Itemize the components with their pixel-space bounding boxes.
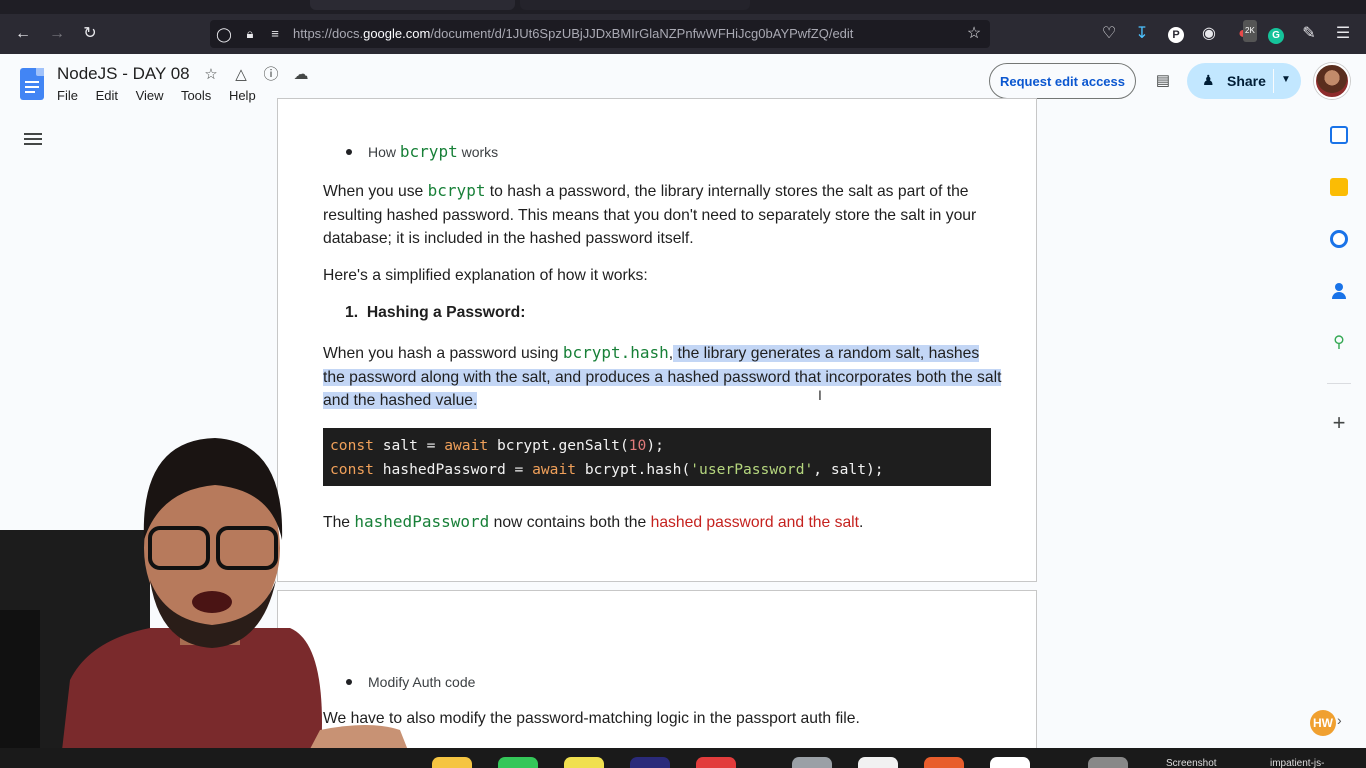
extension-p-icon[interactable]: P — [1165, 23, 1187, 45]
chevron-right-icon[interactable]: › — [1337, 712, 1342, 728]
comment-history-icon[interactable]: ▤ — [1148, 66, 1178, 96]
inline-code: bcrypt — [427, 181, 486, 200]
menu-tools[interactable]: Tools — [181, 88, 211, 103]
dock-trash-icon[interactable] — [1088, 757, 1128, 768]
side-panel-divider — [1327, 383, 1351, 384]
browser-tab-strip — [0, 0, 1366, 14]
dock-stickies-icon[interactable] — [564, 757, 604, 768]
downloads-icon[interactable]: ↧ — [1131, 23, 1153, 45]
dock-app-icon[interactable] — [924, 757, 964, 768]
menu-view[interactable]: View — [136, 88, 164, 103]
dock-notes-icon[interactable] — [432, 757, 472, 768]
avatar[interactable] — [1314, 63, 1350, 99]
share-dropdown-icon[interactable]: ▼ — [1281, 74, 1291, 85]
inline-code: bcrypt.hash — [562, 343, 669, 362]
dock-app-icon[interactable] — [990, 757, 1030, 768]
list-number: 1. — [345, 304, 359, 321]
chair-side — [0, 610, 40, 768]
text-cursor-icon: I — [818, 387, 822, 403]
docs-logo-icon[interactable] — [20, 68, 44, 100]
dock-label-folder[interactable]: impatient-js- — [1270, 758, 1324, 768]
list-item-label: Hashing a Password: — [366, 304, 526, 321]
shield-icon[interactable]: ◯ — [213, 23, 235, 45]
side-panel: ⚲ + — [1313, 108, 1366, 748]
drive-move-icon[interactable]: △ — [231, 65, 251, 85]
document-title[interactable]: NodeJS - DAY 08 — [57, 64, 190, 84]
share-button[interactable]: ♟ Share ▼ — [1187, 63, 1301, 99]
inline-code: bcrypt — [399, 142, 458, 161]
dock-messages-icon[interactable] — [498, 757, 538, 768]
pocket-icon[interactable]: ♡ — [1098, 23, 1120, 45]
macos-dock: Screenshot impatient-js- — [0, 748, 1366, 768]
browser-tab[interactable] — [310, 0, 515, 10]
presenter-shirt — [60, 628, 322, 768]
dock-app-icon[interactable] — [858, 757, 898, 768]
menu-edit[interactable]: Edit — [96, 88, 118, 103]
bookmark-star-icon[interactable]: ☆ — [963, 23, 985, 45]
dock-app-icon[interactable] — [630, 757, 670, 768]
dock-app-icon[interactable] — [696, 757, 736, 768]
forward-icon[interactable]: → — [46, 23, 68, 45]
bullet-dot — [346, 149, 352, 156]
code-line: const salt = await bcrypt.genSalt(10); — [330, 437, 664, 454]
highlighted-text: hashed password and the salt — [650, 514, 860, 531]
hw-logo-badge: HW — [1310, 710, 1336, 736]
browser-tab[interactable] — [520, 0, 750, 10]
list-item-hashing[interactable]: 1. Hashing a Password: — [345, 301, 525, 325]
paragraph-bcrypt-salt[interactable]: When you use bcrypt to hash a password, … — [323, 179, 1003, 251]
add-addon-icon[interactable]: + — [1330, 412, 1348, 434]
lock-icon[interactable]: 🔒︎ — [239, 23, 261, 45]
menu-icon[interactable]: ☰ — [1332, 23, 1354, 45]
url-bar[interactable]: ◯ 🔒︎ ≡ https://docs.google.com/document/… — [210, 20, 990, 48]
keep-icon[interactable] — [1330, 178, 1348, 196]
share-label: Share — [1227, 73, 1266, 89]
extension-badge-count: 2K — [1243, 20, 1257, 42]
bullet-how-bcrypt-works[interactable]: How bcrypt works — [346, 142, 498, 161]
cloud-status-icon[interactable]: ☁ — [291, 65, 311, 85]
document-outline-icon[interactable] — [24, 130, 42, 148]
extensions-icon[interactable]: ✎ — [1298, 23, 1320, 45]
maps-icon[interactable]: ⚲ — [1330, 334, 1348, 352]
dock-label-screenshot[interactable]: Screenshot — [1166, 758, 1217, 768]
grammarly-icon[interactable]: G — [1265, 23, 1287, 45]
browser-toolbar: ← → ↻ ◯ 🔒︎ ≡ https://docs.google.com/doc… — [0, 14, 1366, 54]
extension-globe-icon[interactable]: ◉ — [1198, 23, 1220, 45]
back-icon[interactable]: ← — [12, 23, 34, 45]
request-edit-access-button[interactable]: Request edit access — [989, 63, 1136, 99]
presenter-mouth — [192, 591, 232, 613]
info-icon[interactable]: ⓘ — [261, 65, 281, 85]
menu-bar: File Edit View Tools Help — [57, 88, 270, 103]
star-icon[interactable]: ☆ — [201, 65, 221, 85]
menu-file[interactable]: File — [57, 88, 78, 103]
menu-help[interactable]: Help — [229, 88, 256, 103]
calendar-icon[interactable] — [1330, 126, 1348, 144]
code-line: const hashedPassword = await bcrypt.hash… — [330, 461, 884, 478]
reload-icon[interactable]: ↻ — [79, 23, 101, 45]
dock-app-icon[interactable] — [792, 757, 832, 768]
webcam-overlay — [0, 438, 415, 768]
paragraph-hashing[interactable]: When you hash a password using bcrypt.ha… — [323, 341, 1003, 413]
permissions-icon[interactable]: ≡ — [264, 23, 286, 45]
contacts-icon[interactable] — [1330, 282, 1348, 300]
share-divider — [1273, 69, 1274, 93]
people-icon: ♟ — [1202, 72, 1215, 88]
extension-badge-icon[interactable]: ●2K — [1232, 20, 1257, 45]
code-block[interactable]: const salt = await bcrypt.genSalt(10); co… — [323, 428, 991, 486]
tasks-icon[interactable] — [1330, 230, 1348, 248]
url-text[interactable]: https://docs.google.com/document/d/1JUt6… — [293, 26, 853, 41]
paragraph-hashed-password[interactable]: The hashedPassword now contains both the… — [323, 510, 1003, 535]
paragraph-explanation[interactable]: Here's a simplified explanation of how i… — [323, 264, 648, 288]
